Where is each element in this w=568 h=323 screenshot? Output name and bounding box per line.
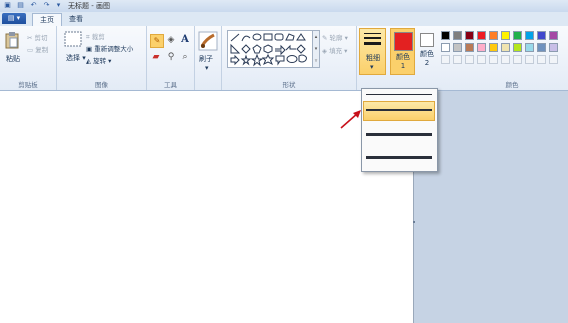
- size-option-3px[interactable]: [366, 109, 432, 111]
- size-option-5px[interactable]: [366, 133, 432, 136]
- tools-group-label: 工具: [164, 81, 177, 89]
- resize-button[interactable]: ▣ 重新调整大小: [86, 43, 133, 53]
- size-option-8px[interactable]: [366, 156, 432, 159]
- cut-label: 剪切: [34, 34, 48, 42]
- text-tool-icon[interactable]: A: [179, 33, 191, 46]
- magnifier-icon[interactable]: ⌕: [179, 51, 191, 63]
- image-group-label: 图像: [95, 81, 108, 89]
- size-option-highlight: [363, 101, 435, 121]
- colors-group-label: 颜色: [505, 81, 519, 89]
- save-icon[interactable]: ▤: [16, 1, 25, 10]
- rotate-label: 旋转: [93, 57, 107, 65]
- eraser-icon[interactable]: ▰: [150, 51, 162, 63]
- clipboard-group-label: 剪贴板: [18, 81, 38, 89]
- brushes-group: 刷子 ▾: [195, 26, 222, 90]
- pencil-icon[interactable]: ✎: [150, 34, 164, 48]
- image-group: 选择 ▾ ⌗ 裁剪 ▣ 重新调整大小 ◭ 旋转 ▾ 图像: [57, 26, 147, 90]
- size-option-1px[interactable]: [366, 94, 432, 95]
- tools-group: ✎ ◈ A ▰ ⚲ ⌕ 工具: [147, 26, 195, 90]
- outline-label: 轮廓: [329, 34, 343, 42]
- brushes-dropdown-arrow[interactable]: ▾: [205, 64, 209, 72]
- canvas-resize-handle[interactable]: [413, 221, 415, 223]
- redo-icon[interactable]: ↷: [42, 1, 51, 10]
- undo-icon[interactable]: ↶: [29, 1, 38, 10]
- crop-button[interactable]: ⌗ 裁剪: [86, 31, 105, 42]
- resize-label: 重新调整大小: [94, 45, 134, 53]
- outline-button[interactable]: ✎ 轮廓 ▾: [322, 32, 348, 42]
- shapes-scroll-arrows[interactable]: ▴ ▾ ▿: [312, 30, 320, 68]
- select-button[interactable]: 选择 ▾: [66, 53, 86, 63]
- paste-icon[interactable]: [5, 31, 19, 49]
- ribbon-tabs: ▤ ▾ 主页 查看: [0, 12, 568, 26]
- annotation-arrow: [340, 110, 361, 129]
- cut-button[interactable]: ✂ 剪切: [27, 32, 48, 42]
- file-menu-button[interactable]: ▤ ▾: [2, 13, 26, 24]
- fill-button[interactable]: ◈ 填充 ▾: [322, 45, 347, 55]
- tab-view[interactable]: 查看: [62, 13, 90, 25]
- customize-quick-access-icon[interactable]: ▾: [54, 1, 63, 10]
- tab-home[interactable]: 主页: [32, 13, 62, 26]
- rotate-button[interactable]: ◭ 旋转 ▾: [86, 55, 111, 65]
- fill-bucket-icon[interactable]: ◈: [165, 34, 177, 46]
- crop-label: 裁剪: [91, 33, 105, 41]
- shapes-group: ▴ ▾ ▿ ✎ 轮廓 ▾ ◈ 填充 ▾ 形状: [222, 26, 357, 90]
- brushes-button[interactable]: 刷子: [199, 54, 213, 64]
- clipboard-group: 粘贴 ✂ 剪切 ▭ 复制 剪贴板: [0, 26, 57, 90]
- brush-icon[interactable]: [198, 31, 218, 51]
- window-title: 无标题 - 画图: [68, 2, 110, 10]
- colors-group: 颜色: [356, 26, 567, 90]
- size-dropdown-menu: [361, 88, 438, 172]
- app-icon: ▣: [4, 1, 11, 9]
- shapes-gallery-icons: [230, 33, 307, 67]
- paste-button[interactable]: 粘贴: [6, 54, 20, 64]
- select-label: 选择: [66, 54, 80, 62]
- color-picker-icon[interactable]: ⚲: [165, 51, 177, 63]
- select-icon[interactable]: [64, 31, 82, 47]
- ribbon: 粘贴 ✂ 剪切 ▭ 复制 剪贴板 选择 ▾ ⌗ 裁剪 ▣ 重新调整大小 ◭ 旋转…: [0, 26, 568, 91]
- copy-label: 复制: [35, 46, 49, 54]
- fill-label: 填充: [329, 47, 343, 55]
- copy-button[interactable]: ▭ 复制: [27, 44, 48, 54]
- shapes-group-label: 形状: [282, 81, 296, 89]
- shapes-gallery[interactable]: [227, 30, 314, 68]
